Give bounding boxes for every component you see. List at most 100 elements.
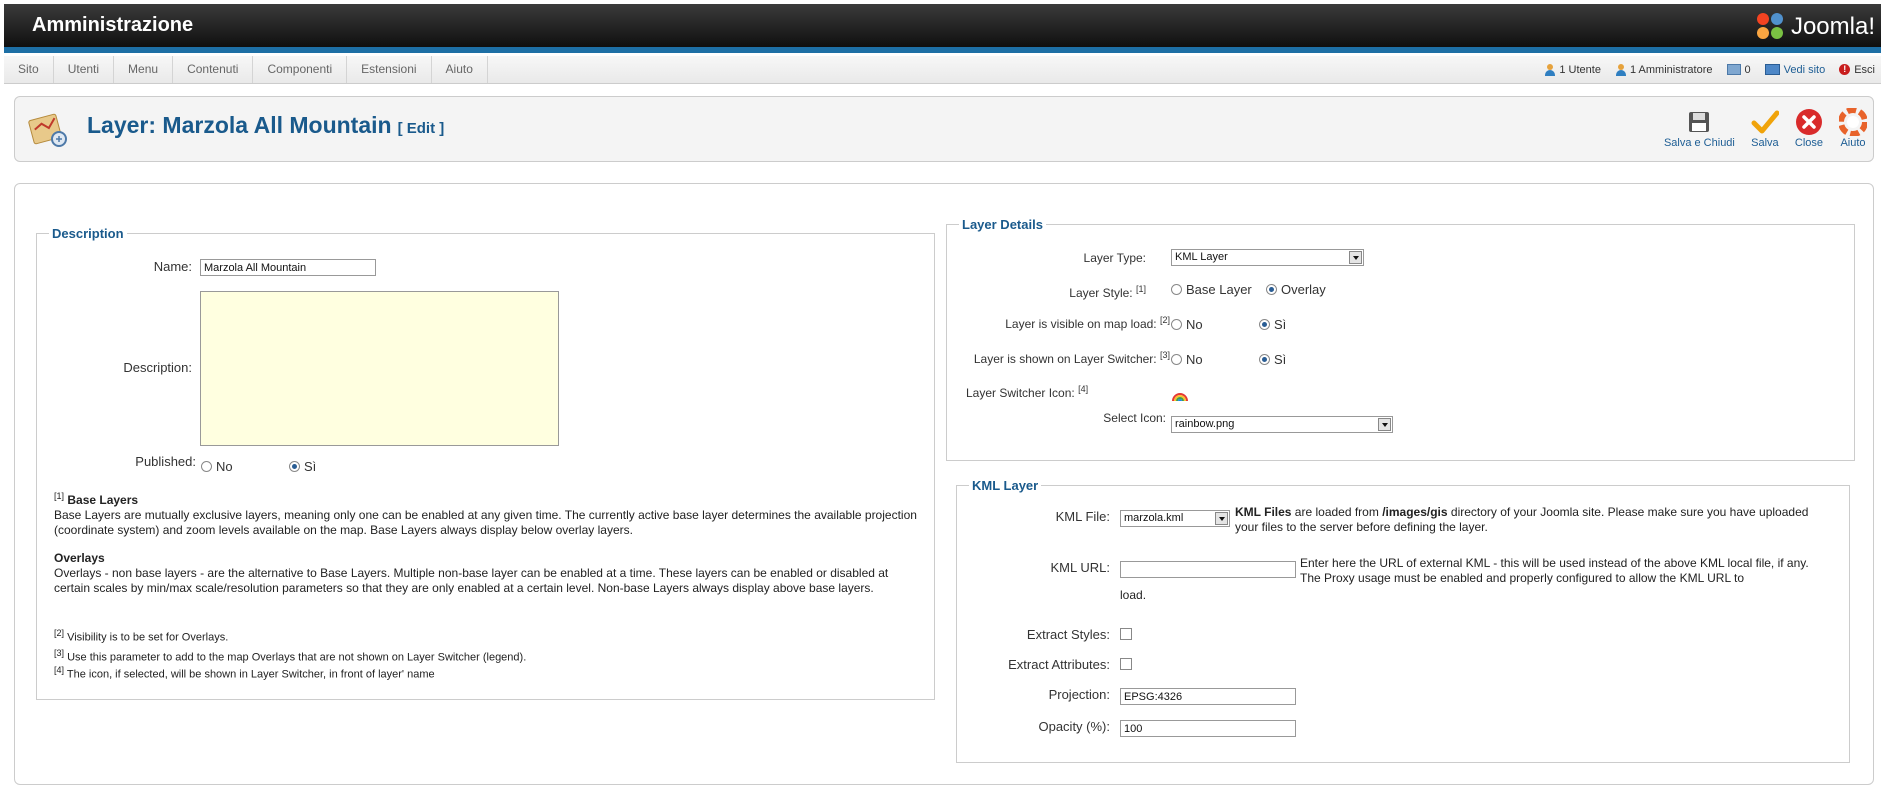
extract-styles-checkbox[interactable] <box>1120 628 1132 640</box>
projection-field[interactable]: EPSG:4326 <box>1120 688 1296 705</box>
layer-type-select[interactable]: KML Layer <box>1171 249 1364 266</box>
save-close-button[interactable]: Salva e Chiudi <box>1664 107 1735 149</box>
kml-layer-legend: KML Layer <box>972 478 1039 493</box>
admin-title: Amministrazione <box>32 14 194 36</box>
menu-componenti[interactable]: Componenti <box>253 56 348 83</box>
note3-ref: [3] <box>54 648 65 658</box>
status-admins[interactable]: 1 Amministratore <box>1615 63 1713 76</box>
view-site-label: Vedi sito <box>1783 63 1826 76</box>
style-base-radio[interactable] <box>1171 284 1182 295</box>
note2-ref: [2] <box>54 628 65 638</box>
close-button[interactable]: Close <box>1795 107 1823 149</box>
joomla-logo-text: Joomla! <box>1790 13 1875 40</box>
description-legend: Description <box>52 226 124 241</box>
published-no-radio[interactable] <box>201 461 212 472</box>
switcher-yes-option[interactable]: Sì <box>1259 352 1286 367</box>
style-base-option[interactable]: Base Layer <box>1171 282 1252 297</box>
admin-icon <box>1615 63 1626 76</box>
chevron-down-icon <box>1215 512 1228 525</box>
layer-type-label: Layer Type: <box>1083 251 1146 265</box>
note1-title: Base Layers <box>67 493 139 507</box>
visible-label-text: Layer is visible on map load: <box>1005 317 1157 331</box>
visible-yes-label: Sì <box>1274 317 1287 332</box>
visible-no-radio[interactable] <box>1171 319 1182 330</box>
help-label: Aiuto <box>1840 137 1866 149</box>
switcher-no-option[interactable]: No <box>1171 352 1203 367</box>
style-overlay-option[interactable]: Overlay <box>1266 282 1326 297</box>
visible-yes-option[interactable]: Sì <box>1259 317 1286 332</box>
help-button[interactable]: Aiuto <box>1839 107 1867 149</box>
rainbow-icon <box>1171 386 1189 405</box>
menu-estensioni[interactable]: Estensioni <box>347 56 432 83</box>
save-close-label: Salva e Chiudi <box>1663 137 1735 149</box>
select-icon-dropdown[interactable]: rainbow.png <box>1171 416 1393 433</box>
note3-text: Use this parameter to add to the map Ove… <box>67 651 527 664</box>
kml-url-help: Enter here the URL of external KML - thi… <box>1300 556 1809 585</box>
menu-sito[interactable]: Sito <box>4 56 54 83</box>
note1-text: Base Layers are mutually exclusive layer… <box>54 508 917 537</box>
view-site-link[interactable]: Vedi sito <box>1764 63 1826 76</box>
visible-no-option[interactable]: No <box>1171 317 1203 332</box>
switcher-icon-label: Layer Switcher Icon: [4] <box>966 384 1088 400</box>
published-yes-option[interactable]: Sì <box>289 459 316 474</box>
projection-label: Projection: <box>1048 687 1110 702</box>
menu-menu[interactable]: Menu <box>114 56 174 83</box>
save-label: Salva <box>1751 137 1779 149</box>
layer-style-label: Layer Style: [1] <box>980 284 1146 300</box>
note2-text: Visibility is to be set for Overlays. <box>67 631 229 644</box>
status-admins-label: 1 Amministratore <box>1629 63 1713 76</box>
close-icon <box>1795 107 1823 137</box>
base-layers-note: [1] Base Layers Base Layers are mutually… <box>54 489 924 538</box>
visible-yes-radio[interactable] <box>1259 319 1270 330</box>
menu-aiuto[interactable]: Aiuto <box>432 56 488 83</box>
switcher-no-radio[interactable] <box>1171 354 1182 365</box>
screen-icon <box>1764 64 1780 75</box>
note2: [2] Visibility is to be set for Overlays… <box>54 626 228 646</box>
note4-ref: [4] <box>54 665 65 675</box>
admin-header: Amministrazione Joomla! <box>4 4 1881 53</box>
save-button[interactable]: Salva <box>1751 107 1779 149</box>
published-no-option[interactable]: No <box>201 459 233 474</box>
menu-utenti[interactable]: Utenti <box>54 56 115 83</box>
select-icon-value: rainbow.png <box>1175 418 1235 430</box>
edit-label: [ Edit ] <box>397 120 445 137</box>
save-icon <box>1664 107 1735 137</box>
name-field[interactable]: Marzola All Mountain <box>200 259 376 276</box>
kml-url-help-tail: load. <box>1120 588 1147 602</box>
kml-url-label: KML URL: <box>1050 560 1110 575</box>
page-toolbar: Layer: Marzola All Mountain [ Edit ] Salv… <box>14 96 1874 162</box>
menu-contenuti[interactable]: Contenuti <box>173 56 254 83</box>
kml-file-help-b1: KML Files <box>1235 505 1292 519</box>
style-base-label: Base Layer <box>1186 282 1252 297</box>
style-overlay-label: Overlay <box>1281 282 1326 297</box>
layer-details-legend: Layer Details <box>962 217 1043 232</box>
layer-type-value: KML Layer <box>1175 251 1228 263</box>
status-messages[interactable]: 0 <box>1726 64 1751 76</box>
select-icon-label: Select Icon: <box>1103 411 1166 425</box>
published-yes-radio[interactable] <box>289 461 300 472</box>
kml-file-select[interactable]: marzola.kml <box>1120 510 1230 527</box>
description-textarea[interactable] <box>200 291 559 446</box>
note4-text: The icon, if selected, will be shown in … <box>66 668 435 681</box>
overlays-title: Overlays <box>54 551 105 565</box>
style-overlay-radio[interactable] <box>1266 284 1277 295</box>
logout-link[interactable]: ! Esci <box>1839 64 1875 76</box>
extract-attributes-label: Extract Attributes: <box>1008 657 1110 672</box>
visible-ref: [2] <box>1159 315 1170 325</box>
extract-attributes-checkbox[interactable] <box>1120 658 1132 670</box>
logout-label: Esci <box>1854 63 1875 76</box>
switcher-yes-label: Sì <box>1274 352 1287 367</box>
visible-label: Layer is visible on map load: [2] <box>960 315 1170 331</box>
close-label: Close <box>1794 137 1823 149</box>
opacity-field[interactable]: 100 <box>1120 720 1296 737</box>
extract-styles-label: Extract Styles: <box>1026 627 1110 642</box>
description-label: Description: <box>123 360 192 375</box>
status-users[interactable]: 1 Utente <box>1544 63 1601 76</box>
switcher-icon-label-text: Layer Switcher Icon: <box>966 386 1075 400</box>
kml-file-help-t1: are loaded from <box>1291 505 1383 519</box>
mail-icon <box>1726 64 1741 75</box>
switcher-yes-radio[interactable] <box>1259 354 1270 365</box>
joomla-logo[interactable]: Joomla! <box>1756 13 1875 41</box>
kml-url-field[interactable] <box>1120 561 1296 578</box>
kml-file-help: KML Files are loaded from /images/gis di… <box>1235 505 1815 535</box>
